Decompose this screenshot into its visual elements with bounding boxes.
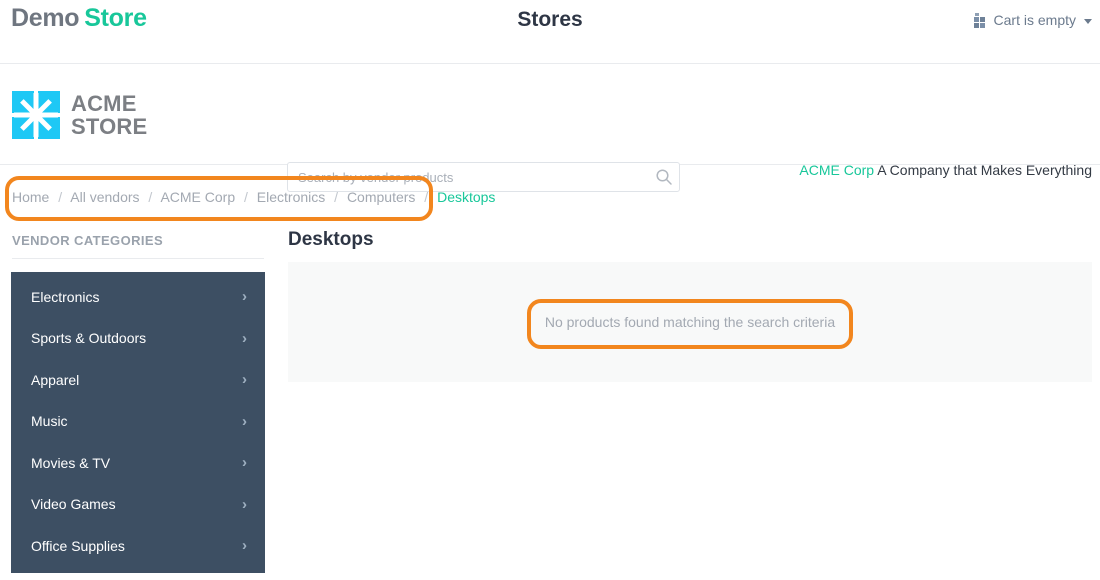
vendor-logo-line2: STORE (71, 114, 148, 139)
vendor-search (287, 162, 680, 192)
breadcrumb-separator: / (244, 189, 248, 205)
sidebar-item-sports-outdoors[interactable]: Sports & Outdoors › (11, 318, 265, 360)
breadcrumb-item-computers[interactable]: Computers (347, 189, 415, 205)
breadcrumb-item-electronics[interactable]: Electronics (257, 189, 325, 205)
vendor-logo[interactable]: ACME STORE (12, 91, 147, 139)
sidebar-divider (12, 258, 264, 259)
breadcrumb-item-acme-corp[interactable]: ACME Corp (160, 189, 235, 205)
empty-state-message: No products found matching the search cr… (544, 314, 836, 330)
sidebar-item-music[interactable]: Music › (11, 401, 265, 443)
sidebar-item-label: Movies & TV (31, 454, 111, 471)
sidebar-item-movies-tv[interactable]: Movies & TV › (11, 442, 265, 484)
sidebar-item-label: Office Supplies (31, 537, 125, 554)
breadcrumb: Home / All vendors / ACME Corp / Electro… (12, 189, 495, 205)
chevron-right-icon: › (242, 288, 247, 306)
search-button[interactable] (654, 167, 674, 187)
vendor-categories-list: Electronics › Sports & Outdoors › Appare… (11, 272, 265, 573)
acme-star-square-icon (12, 91, 60, 139)
cart-menu[interactable]: Cart is empty (973, 12, 1092, 28)
breadcrumb-separator: / (148, 189, 153, 205)
chevron-right-icon: › (242, 537, 247, 555)
chevron-right-icon: › (242, 454, 247, 472)
chevron-right-icon: › (242, 371, 247, 389)
page-title: Stores (517, 8, 583, 31)
chevron-right-icon: › (242, 412, 247, 430)
chevron-right-icon: › (242, 329, 247, 347)
breadcrumb-separator: / (424, 189, 429, 205)
vendor-tagline-text: A Company that Makes Everything (877, 162, 1092, 178)
breadcrumb-item-desktops[interactable]: Desktops (437, 189, 495, 205)
vendor-name-link[interactable]: ACME Corp (799, 162, 874, 178)
sidebar-item-apparel[interactable]: Apparel › (11, 359, 265, 401)
top-bar: Demo Store Stores Cart is empty (0, 0, 1100, 64)
category-title: Desktops (288, 229, 374, 250)
vendor-tagline: ACME Corp A Company that Makes Everythin… (799, 162, 1092, 178)
sidebar-item-electronics[interactable]: Electronics › (11, 276, 265, 318)
sidebar-item-video-games[interactable]: Video Games › (11, 484, 265, 526)
vendor-logo-text: ACME STORE (71, 92, 147, 139)
sidebar-item-label: Video Games (31, 496, 116, 513)
vendor-header: ACME STORE ACME Corp A Company that Make… (0, 65, 1100, 192)
chevron-down-icon (1084, 18, 1092, 24)
cart-grid-icon (973, 13, 988, 28)
chevron-right-icon: › (242, 495, 247, 513)
sidebar-item-label: Electronics (31, 288, 100, 305)
breadcrumb-item-home[interactable]: Home (12, 189, 49, 205)
sidebar-item-office-supplies[interactable]: Office Supplies › (11, 525, 265, 567)
sidebar-title: VENDOR CATEGORIES (12, 233, 164, 248)
product-list-empty-panel: No products found matching the search cr… (288, 262, 1092, 382)
breadcrumb-item-all-vendors[interactable]: All vendors (70, 189, 139, 205)
search-icon (656, 169, 672, 185)
sidebar-item-label: Music (31, 413, 68, 430)
search-input[interactable] (287, 162, 680, 192)
breadcrumb-separator: / (58, 189, 63, 205)
breadcrumb-separator: / (334, 189, 339, 205)
sidebar-item-label: Apparel (31, 371, 80, 388)
store-page: Demo Store Stores Cart is empty ACME STO… (0, 0, 1100, 580)
cart-status-label: Cart is empty (993, 12, 1076, 28)
vendor-logo-line1: ACME (71, 90, 137, 116)
sidebar-item-label: Sports & Outdoors (31, 330, 147, 347)
